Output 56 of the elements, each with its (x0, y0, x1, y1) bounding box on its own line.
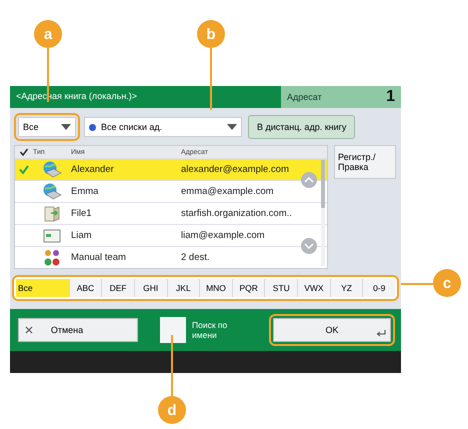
callout-badge: d (158, 396, 186, 424)
scrollbar[interactable] (321, 160, 325, 266)
contact-address: emma@example.com (181, 186, 275, 197)
leader-line (210, 48, 212, 110)
contact-address: starfish.organization.com.. (181, 208, 293, 219)
alphabet-key[interactable]: GHI (134, 279, 167, 297)
type-dropdown[interactable]: Все (18, 117, 76, 137)
destination-label: Адресат (287, 92, 322, 102)
leader-line (401, 283, 433, 285)
close-icon (25, 326, 33, 334)
leader-line (47, 48, 49, 102)
contact-name: Alexander (71, 164, 115, 175)
folder-icon (43, 205, 61, 222)
name-search-label: Поиск по имени (192, 320, 228, 340)
alphabet-key[interactable]: ABC (68, 279, 102, 297)
group-icon (43, 248, 61, 266)
list-dropdown[interactable]: Все списки ад. (84, 117, 242, 137)
alphabet-key[interactable]: 0-9 (362, 279, 396, 297)
alphabet-key[interactable]: MNO (199, 279, 232, 297)
contact-name: File1 (71, 208, 93, 219)
scroll-down-button[interactable] (301, 238, 317, 254)
edit-button[interactable]: Регистр./ Правка (334, 145, 396, 179)
globe-envelope-icon (42, 183, 62, 200)
contact-name: Liam (71, 230, 93, 241)
ok-button[interactable]: OK (273, 318, 391, 342)
contact-address: liam@example.com (181, 230, 266, 241)
contact-address: alexander@example.com (181, 164, 290, 175)
contact-address: 2 dest. (181, 252, 211, 263)
check-icon (19, 148, 29, 156)
callout-badge: a (34, 20, 62, 48)
address-row[interactable]: Alexander alexander@example.com (15, 158, 327, 180)
remote-book-button[interactable]: В дистанц. адр. книгу (248, 115, 356, 139)
destination-count: 1 (386, 88, 395, 106)
alphabet-key[interactable]: Все (16, 279, 69, 297)
cancel-button[interactable]: Отмена (18, 318, 138, 342)
alphabet-key[interactable]: STU (264, 279, 298, 297)
alphabet-key[interactable]: PQR (232, 279, 264, 297)
alphabet-key[interactable]: VWX (297, 279, 330, 297)
alphabet-key[interactable]: DEF (101, 279, 134, 297)
leader-line (171, 335, 173, 396)
name-search-checkbox[interactable] (160, 317, 186, 343)
callout-badge: b (197, 20, 225, 48)
chevron-down-icon (304, 243, 314, 249)
contact-name: Manual team (71, 252, 127, 263)
globe-envelope-icon (42, 161, 62, 178)
dot-icon (89, 124, 96, 130)
caret-icon (61, 124, 71, 130)
return-arrow-icon (376, 330, 386, 337)
contact-name: Emma (71, 186, 100, 197)
alphabet-key[interactable]: JKL (166, 279, 200, 297)
caret-icon (227, 124, 237, 130)
scroll-up-button[interactable] (301, 172, 317, 188)
chevron-up-icon (304, 177, 314, 183)
callout-badge: c (433, 269, 461, 297)
alphabet-key[interactable]: YZ (330, 279, 362, 297)
screen-icon (43, 228, 61, 242)
